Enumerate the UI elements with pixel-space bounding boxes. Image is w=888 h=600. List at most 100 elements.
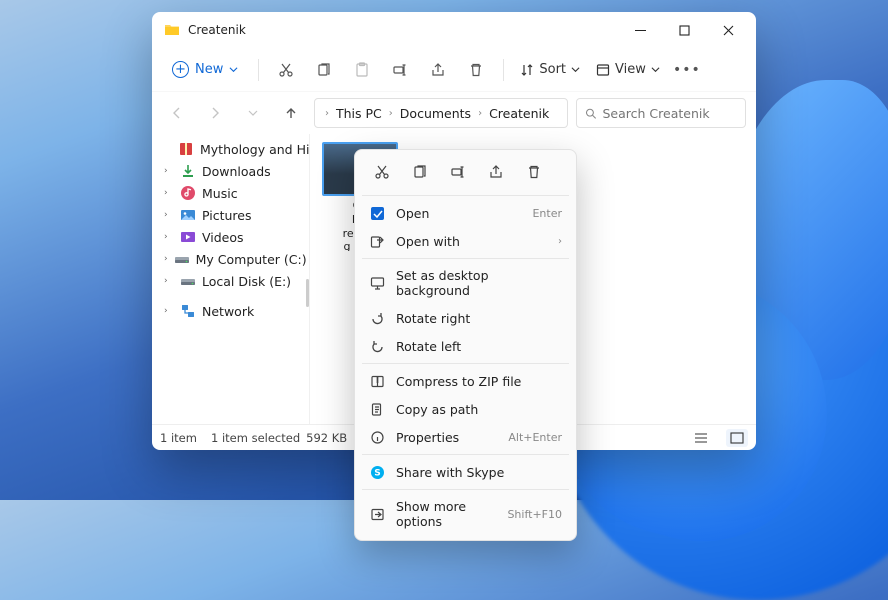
search-box[interactable] xyxy=(576,98,746,128)
ctx-label: Share with Skype xyxy=(396,465,562,480)
chevron-right-icon[interactable]: › xyxy=(164,276,174,286)
rename-button[interactable] xyxy=(383,53,417,87)
chevron-right-icon[interactable]: › xyxy=(164,254,168,264)
delete-button[interactable] xyxy=(518,158,550,186)
new-button[interactable]: + New xyxy=(162,57,248,82)
ctx-share-skype[interactable]: S Share with Skype xyxy=(360,458,571,486)
chevron-right-icon[interactable]: › xyxy=(478,108,482,119)
sidebar-item-label: Downloads xyxy=(202,164,271,179)
chevron-right-icon[interactable]: › xyxy=(164,166,174,176)
chevron-right-icon[interactable]: › xyxy=(389,108,393,119)
ctx-label: Set as desktop background xyxy=(396,268,562,298)
breadcrumb-segment[interactable]: Createnik xyxy=(486,104,552,123)
videos-icon xyxy=(180,229,196,245)
ctx-properties[interactable]: Properties Alt+Enter xyxy=(360,423,571,451)
separator xyxy=(258,59,259,81)
chevron-right-icon[interactable]: › xyxy=(164,306,174,316)
details-view-button[interactable] xyxy=(690,429,712,447)
ctx-open[interactable]: Open Enter xyxy=(360,199,571,227)
chevron-right-icon[interactable]: › xyxy=(164,188,174,198)
close-button[interactable] xyxy=(706,15,750,45)
search-icon xyxy=(585,107,597,120)
delete-button[interactable] xyxy=(459,53,493,87)
breadcrumb-segment[interactable]: Documents xyxy=(397,104,474,123)
folder-icon xyxy=(164,22,180,38)
status-selection: 1 item selected xyxy=(211,431,300,445)
openwith-icon xyxy=(369,233,385,249)
sidebar-item-label: Pictures xyxy=(202,208,252,223)
pane-resize-handle[interactable] xyxy=(306,279,309,307)
chevron-right-icon[interactable]: › xyxy=(164,232,174,242)
thumbnails-view-button[interactable] xyxy=(726,429,748,447)
drive-icon xyxy=(174,251,190,267)
chevron-down-icon xyxy=(651,65,660,74)
sort-label: Sort xyxy=(539,62,566,77)
separator xyxy=(362,363,569,364)
sidebar-item-drive-c[interactable]: › My Computer (C:) xyxy=(154,248,307,270)
sidebar-item-music[interactable]: › Music xyxy=(154,182,307,204)
forward-button[interactable] xyxy=(200,98,230,128)
download-icon xyxy=(180,163,196,179)
more-icon xyxy=(369,506,385,522)
rename-button[interactable] xyxy=(442,158,474,186)
paste-button[interactable] xyxy=(345,53,379,87)
sidebar-item-label: Music xyxy=(202,186,238,201)
sidebar-item-label: Network xyxy=(202,304,254,319)
recent-dropdown[interactable] xyxy=(238,98,268,128)
view-label: View xyxy=(615,62,646,77)
ctx-accelerator: Alt+Enter xyxy=(508,431,562,444)
search-input[interactable] xyxy=(603,106,738,121)
sidebar-item-archive[interactable]: Mythology and History.z xyxy=(154,138,307,160)
sort-button[interactable]: Sort xyxy=(514,58,586,81)
breadcrumb-segment[interactable]: This PC xyxy=(333,104,385,123)
cut-button[interactable] xyxy=(269,53,303,87)
ctx-open-with[interactable]: Open with › xyxy=(360,227,571,255)
more-button[interactable]: ••• xyxy=(670,53,704,87)
open-icon xyxy=(369,205,385,221)
ctx-compress[interactable]: Compress to ZIP file xyxy=(360,367,571,395)
chevron-right-icon[interactable]: › xyxy=(325,108,329,119)
ctx-set-desktop[interactable]: Set as desktop background xyxy=(360,262,571,304)
status-size: 592 KB xyxy=(306,431,347,445)
sort-icon xyxy=(520,63,534,77)
separator xyxy=(362,489,569,490)
ctx-rotate-right[interactable]: Rotate right xyxy=(360,304,571,332)
breadcrumb[interactable]: › This PC › Documents › Createnik xyxy=(314,98,568,128)
ctx-rotate-left[interactable]: Rotate left xyxy=(360,332,571,360)
share-button[interactable] xyxy=(421,53,455,87)
context-quick-actions xyxy=(360,155,571,192)
copy-button[interactable] xyxy=(307,53,341,87)
desktop-icon xyxy=(369,275,385,291)
ctx-label: Rotate left xyxy=(396,339,562,354)
ctx-label: Open xyxy=(396,206,521,221)
sidebar-item-label: My Computer (C:) xyxy=(196,252,307,267)
separator xyxy=(362,258,569,259)
ctx-more-options[interactable]: Show more options Shift+F10 xyxy=(360,493,571,535)
plus-icon: + xyxy=(172,61,189,78)
chevron-right-icon[interactable]: › xyxy=(164,210,174,220)
separator xyxy=(362,195,569,196)
archive-icon xyxy=(178,141,194,157)
ctx-copy-path[interactable]: Copy as path xyxy=(360,395,571,423)
svg-text:S: S xyxy=(374,468,380,478)
sidebar-item-videos[interactable]: › Videos xyxy=(154,226,307,248)
pictures-icon xyxy=(180,207,196,223)
sidebar-item-drive-e[interactable]: › Local Disk (E:) xyxy=(154,270,307,292)
ctx-label: Show more options xyxy=(396,499,496,529)
share-button[interactable] xyxy=(480,158,512,186)
skype-icon: S xyxy=(369,464,385,480)
up-button[interactable] xyxy=(276,98,306,128)
ctx-label: Properties xyxy=(396,430,497,445)
sidebar-item-pictures[interactable]: › Pictures xyxy=(154,204,307,226)
view-button[interactable]: View xyxy=(590,58,666,81)
titlebar[interactable]: Createnik xyxy=(152,12,756,48)
cut-button[interactable] xyxy=(366,158,398,186)
copy-button[interactable] xyxy=(404,158,436,186)
back-button[interactable] xyxy=(162,98,192,128)
minimize-button[interactable] xyxy=(618,15,662,45)
chevron-down-icon xyxy=(229,65,238,74)
sidebar-item-network[interactable]: › Network xyxy=(154,300,307,322)
sidebar-item-downloads[interactable]: › Downloads xyxy=(154,160,307,182)
sidebar-item-label: Local Disk (E:) xyxy=(202,274,291,289)
maximize-button[interactable] xyxy=(662,15,706,45)
